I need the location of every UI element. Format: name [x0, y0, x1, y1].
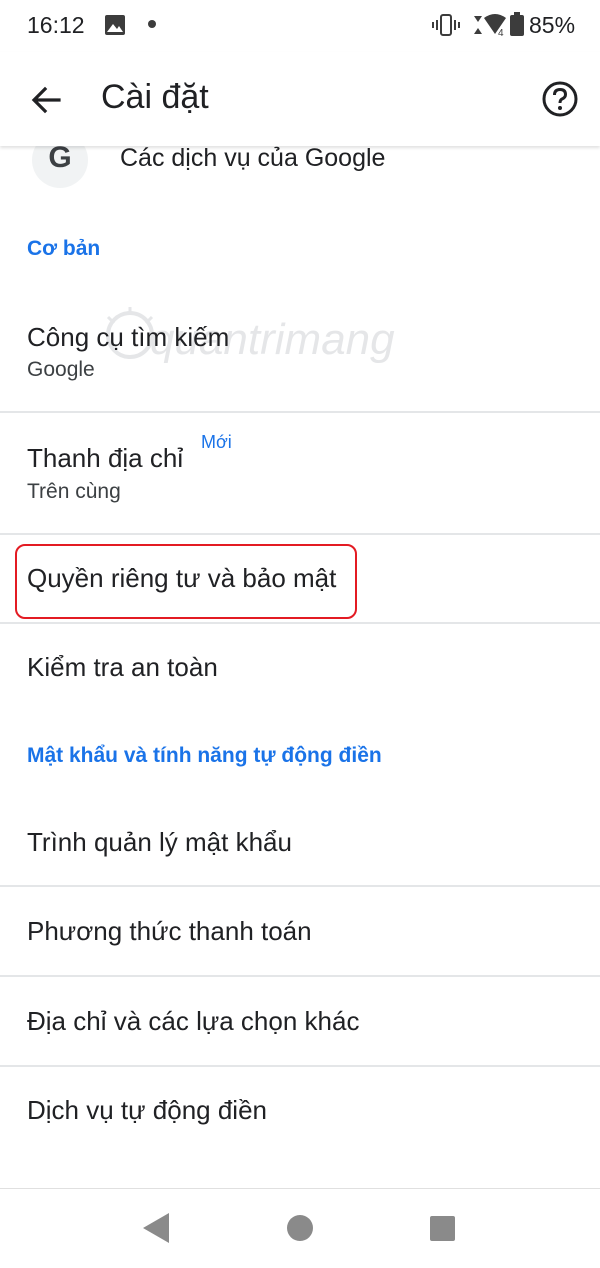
- nav-back-icon[interactable]: [143, 1213, 169, 1243]
- battery-icon: [510, 12, 524, 36]
- help-icon[interactable]: [541, 80, 579, 118]
- address-bar-title: Thanh địa chỉ: [27, 443, 184, 473]
- payment-methods-item[interactable]: Phương thức thanh toán: [0, 916, 600, 974]
- wifi-signal-icon: 4: [474, 14, 506, 38]
- vibrate-icon: [432, 14, 460, 36]
- nav-home-icon[interactable]: [287, 1215, 313, 1241]
- new-badge: Mới: [201, 432, 232, 452]
- status-bar: 16:12 4 85%: [0, 0, 600, 52]
- search-engine-value: Google: [27, 358, 95, 381]
- divider: [0, 1065, 600, 1067]
- page-title: Cài đặt: [101, 78, 209, 116]
- nav-recents-icon[interactable]: [430, 1216, 455, 1241]
- search-engine-item[interactable]: Công cụ tìm kiếm Google: [0, 318, 600, 412]
- divider: [0, 885, 600, 887]
- autofill-service-item[interactable]: Dịch vụ tự động điền: [0, 1095, 600, 1153]
- app-bar: Cài đặt: [0, 52, 600, 146]
- highlight-annotation: [15, 544, 357, 619]
- google-services-label: Các dịch vụ của Google: [120, 146, 386, 172]
- section-header-basic: Cơ bản: [27, 237, 101, 260]
- notification-dot-icon: [148, 20, 156, 28]
- status-time: 16:12: [27, 12, 85, 38]
- payment-methods-title: Phương thức thanh toán: [27, 916, 312, 946]
- divider: [0, 411, 600, 413]
- safety-check-item[interactable]: Kiểm tra an toàn: [0, 652, 600, 702]
- search-engine-title: Công cụ tìm kiếm: [27, 322, 230, 352]
- safety-check-title: Kiểm tra an toàn: [27, 652, 218, 682]
- password-manager-title: Trình quản lý mật khẩu: [27, 827, 292, 857]
- battery-percentage: 85%: [529, 12, 576, 38]
- autofill-service-title: Dịch vụ tự động điền: [27, 1095, 267, 1125]
- address-bar-value: Trên cùng: [27, 480, 121, 503]
- addresses-item[interactable]: Địa chỉ và các lựa chọn khác: [0, 1006, 600, 1064]
- divider: [0, 975, 600, 977]
- address-bar-item[interactable]: Thanh địa chỉ Mới Trên cùng: [0, 432, 600, 532]
- section-header-passwords: Mật khẩu và tính năng tự động điền: [27, 744, 382, 767]
- addresses-title: Địa chỉ và các lựa chọn khác: [27, 1006, 360, 1036]
- gallery-notification-icon: [105, 15, 125, 35]
- back-arrow-icon[interactable]: [26, 80, 66, 120]
- google-services-item[interactable]: G Các dịch vụ của Google: [0, 146, 600, 196]
- password-manager-item[interactable]: Trình quản lý mật khẩu: [0, 827, 600, 885]
- divider: [0, 622, 600, 624]
- system-navigation-bar: [0, 1188, 600, 1268]
- signal-badge: 4: [498, 28, 504, 38]
- google-logo-letter: G: [48, 146, 72, 174]
- divider: [0, 533, 600, 535]
- google-logo-icon: G: [32, 146, 88, 188]
